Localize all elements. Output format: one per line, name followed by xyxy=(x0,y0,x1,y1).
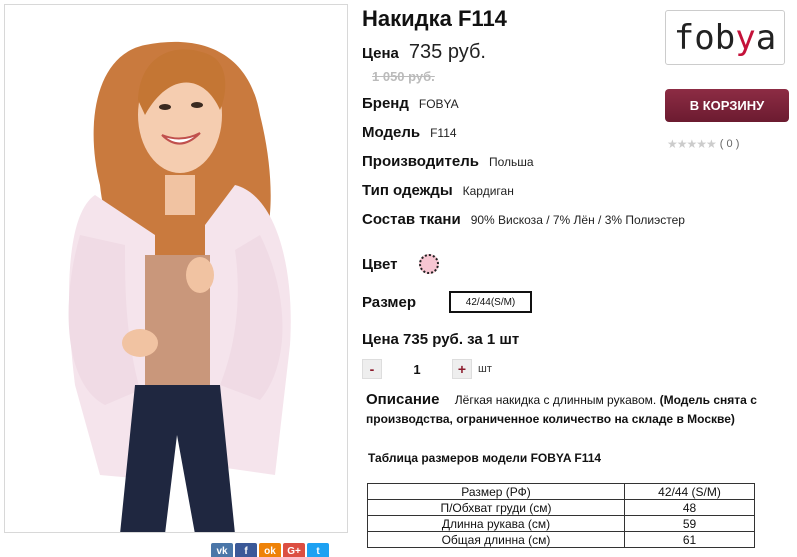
add-to-cart-button[interactable]: В КОРЗИНУ xyxy=(665,89,789,122)
size-label: Размер xyxy=(362,293,417,311)
product-photo xyxy=(5,5,347,532)
attr-label: Бренд xyxy=(362,95,409,112)
star-rating-icon[interactable]: ★★★★★ xyxy=(667,137,717,151)
attr-value: Кардиган xyxy=(462,184,514,198)
attr-model: Модель F114 xyxy=(362,124,457,141)
google-plus-share-icon[interactable]: G+ xyxy=(283,543,305,557)
table-row: П/Обхват груди (см) 48 xyxy=(367,499,755,516)
rating[interactable]: ★★★★★ ( 0 ) xyxy=(667,137,739,151)
rating-count: ( 0 ) xyxy=(719,138,740,150)
quantity-plus-button[interactable]: + xyxy=(452,359,472,379)
attr-value: Польша xyxy=(488,155,534,169)
description-label: Описание xyxy=(366,391,440,408)
table-row: Длинна рукава (см) 59 xyxy=(367,515,755,532)
attr-label: Тип одежды xyxy=(362,182,453,199)
table-cell: 61 xyxy=(624,531,755,548)
table-row: Общая длинна (см) 61 xyxy=(367,531,755,548)
color-swatch[interactable] xyxy=(419,254,440,274)
table-cell: Длинна рукава (см) xyxy=(367,515,625,532)
quantity-value[interactable]: 1 xyxy=(382,362,452,377)
attr-label: Состав ткани xyxy=(362,211,461,228)
price-value: 735 руб. xyxy=(408,41,486,63)
total-price: Цена 735 руб. за 1 шт xyxy=(362,331,520,348)
quantity-stepper: - 1 + шт xyxy=(362,359,492,379)
product-image[interactable] xyxy=(4,4,348,533)
logo-text-accent: y xyxy=(735,17,756,58)
twitter-share-icon[interactable]: t xyxy=(307,543,329,557)
attr-value: FOBYA xyxy=(418,97,459,111)
attr-manufacturer: Производитель Польша xyxy=(362,153,534,170)
attr-label: Модель xyxy=(362,124,421,141)
size-row: Размер 42/44(S/M) xyxy=(362,291,533,313)
table-cell: 59 xyxy=(624,515,755,532)
product-title: Накидка F114 xyxy=(362,6,507,31)
odnoklassniki-share-icon[interactable]: ok xyxy=(259,543,281,557)
size-option[interactable]: 42/44(S/M) xyxy=(449,291,533,313)
description-text: Лёгкая накидка с длинным рукавом. xyxy=(454,393,657,407)
attr-fabric: Состав ткани 90% Вискоза / 7% Лён / 3% П… xyxy=(362,211,685,228)
description: Описание Лёгкая накидка с длинным рукаво… xyxy=(366,391,796,429)
table-row: Размер (РФ) 42/44 (S/M) xyxy=(367,483,755,500)
size-table-title: Таблица размеров модели FOBYA F114 xyxy=(368,451,602,465)
brand-logo[interactable]: fob y a xyxy=(665,10,785,65)
price-label: Цена xyxy=(362,45,399,62)
table-cell: Общая длинна (см) xyxy=(367,531,625,548)
quantity-unit: шт xyxy=(478,363,492,375)
old-price: 1 050 руб. xyxy=(372,69,435,84)
color-row: Цвет xyxy=(362,254,440,274)
table-cell: 48 xyxy=(624,499,755,516)
table-cell: Размер (РФ) xyxy=(367,483,625,500)
attr-value: F114 xyxy=(430,126,457,140)
share-buttons: vk f ok G+ t xyxy=(211,543,329,557)
logo-text-start: fob xyxy=(673,17,736,58)
facebook-share-icon[interactable]: f xyxy=(235,543,257,557)
logo-text-end: a xyxy=(755,17,777,58)
quantity-minus-button[interactable]: - xyxy=(362,359,382,379)
color-label: Цвет xyxy=(362,255,398,273)
size-table: Размер (РФ) 42/44 (S/M) П/Обхват груди (… xyxy=(367,483,755,548)
vk-share-icon[interactable]: vk xyxy=(211,543,233,557)
attr-clothing-type: Тип одежды Кардиган xyxy=(362,182,514,199)
price-row: Цена 735 руб. xyxy=(362,41,486,64)
attr-value: 90% Вискоза / 7% Лён / 3% Полиэстер xyxy=(470,213,685,227)
attr-label: Производитель xyxy=(362,153,479,170)
table-cell: 42/44 (S/M) xyxy=(624,483,755,500)
attr-brand: Бренд FOBYA xyxy=(362,95,459,112)
table-cell: П/Обхват груди (см) xyxy=(367,499,625,516)
